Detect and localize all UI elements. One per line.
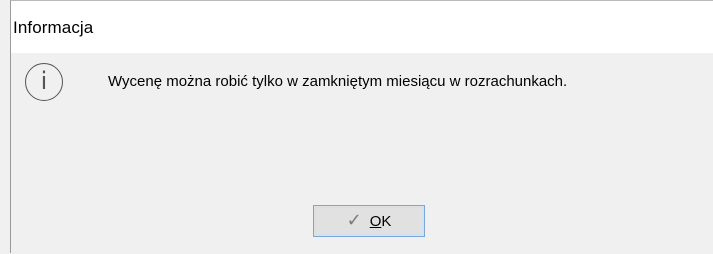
info-icon: i: [25, 63, 63, 101]
dialog-message: Wycenę można robić tylko w zamkniętym mi…: [108, 73, 568, 90]
dialog-title: Informacja: [13, 18, 94, 37]
check-icon: ✓: [346, 210, 362, 231]
dialog-content: i Wycenę można robić tylko w zamkniętym …: [11, 53, 713, 254]
ok-accelerator-key: O: [369, 212, 382, 230]
info-icon-glyph: i: [40, 67, 48, 95]
ok-label-rest: K: [381, 212, 392, 230]
information-dialog: Informacja i Wycenę można robić tylko w …: [10, 0, 713, 254]
ok-button[interactable]: ✓ OK: [313, 205, 425, 237]
ok-button-label: OK: [370, 213, 392, 230]
dialog-titlebar: Informacja: [11, 1, 713, 54]
